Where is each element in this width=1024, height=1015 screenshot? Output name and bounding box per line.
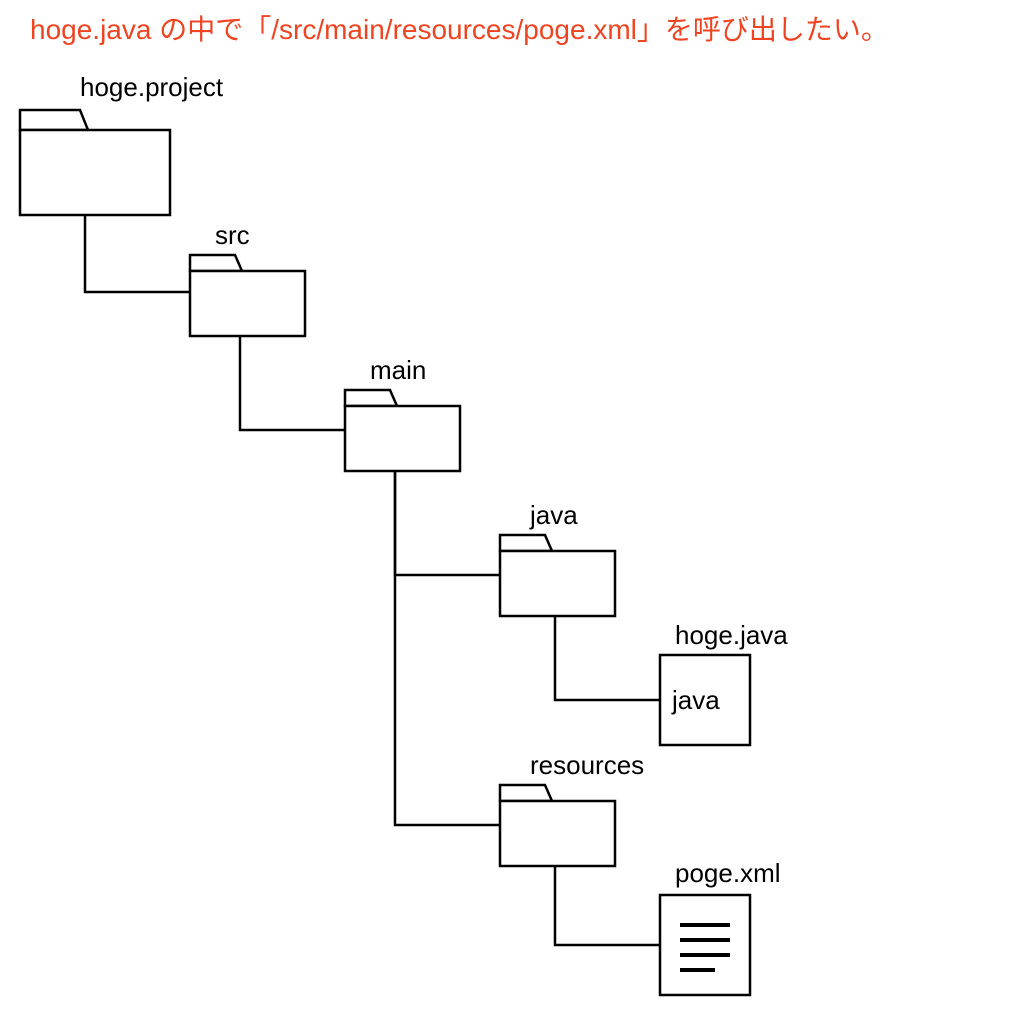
folder-icon (20, 110, 170, 215)
node-label-resources: resources (530, 750, 644, 781)
folder-icon (190, 255, 305, 336)
folder-icon (500, 785, 615, 866)
tree-diagram (0, 0, 1024, 1015)
node-label-main: main (370, 355, 426, 386)
node-label-pogexml: poge.xml (675, 858, 781, 889)
folder-icon (500, 535, 615, 616)
node-label-java: java (530, 500, 578, 531)
file-icon (660, 895, 750, 995)
folder-icon (345, 390, 460, 471)
node-label-src: src (215, 220, 250, 251)
node-label-project: hoge.project (80, 72, 223, 103)
file-box-text: java (672, 685, 720, 716)
node-label-hogejava: hoge.java (675, 620, 788, 651)
